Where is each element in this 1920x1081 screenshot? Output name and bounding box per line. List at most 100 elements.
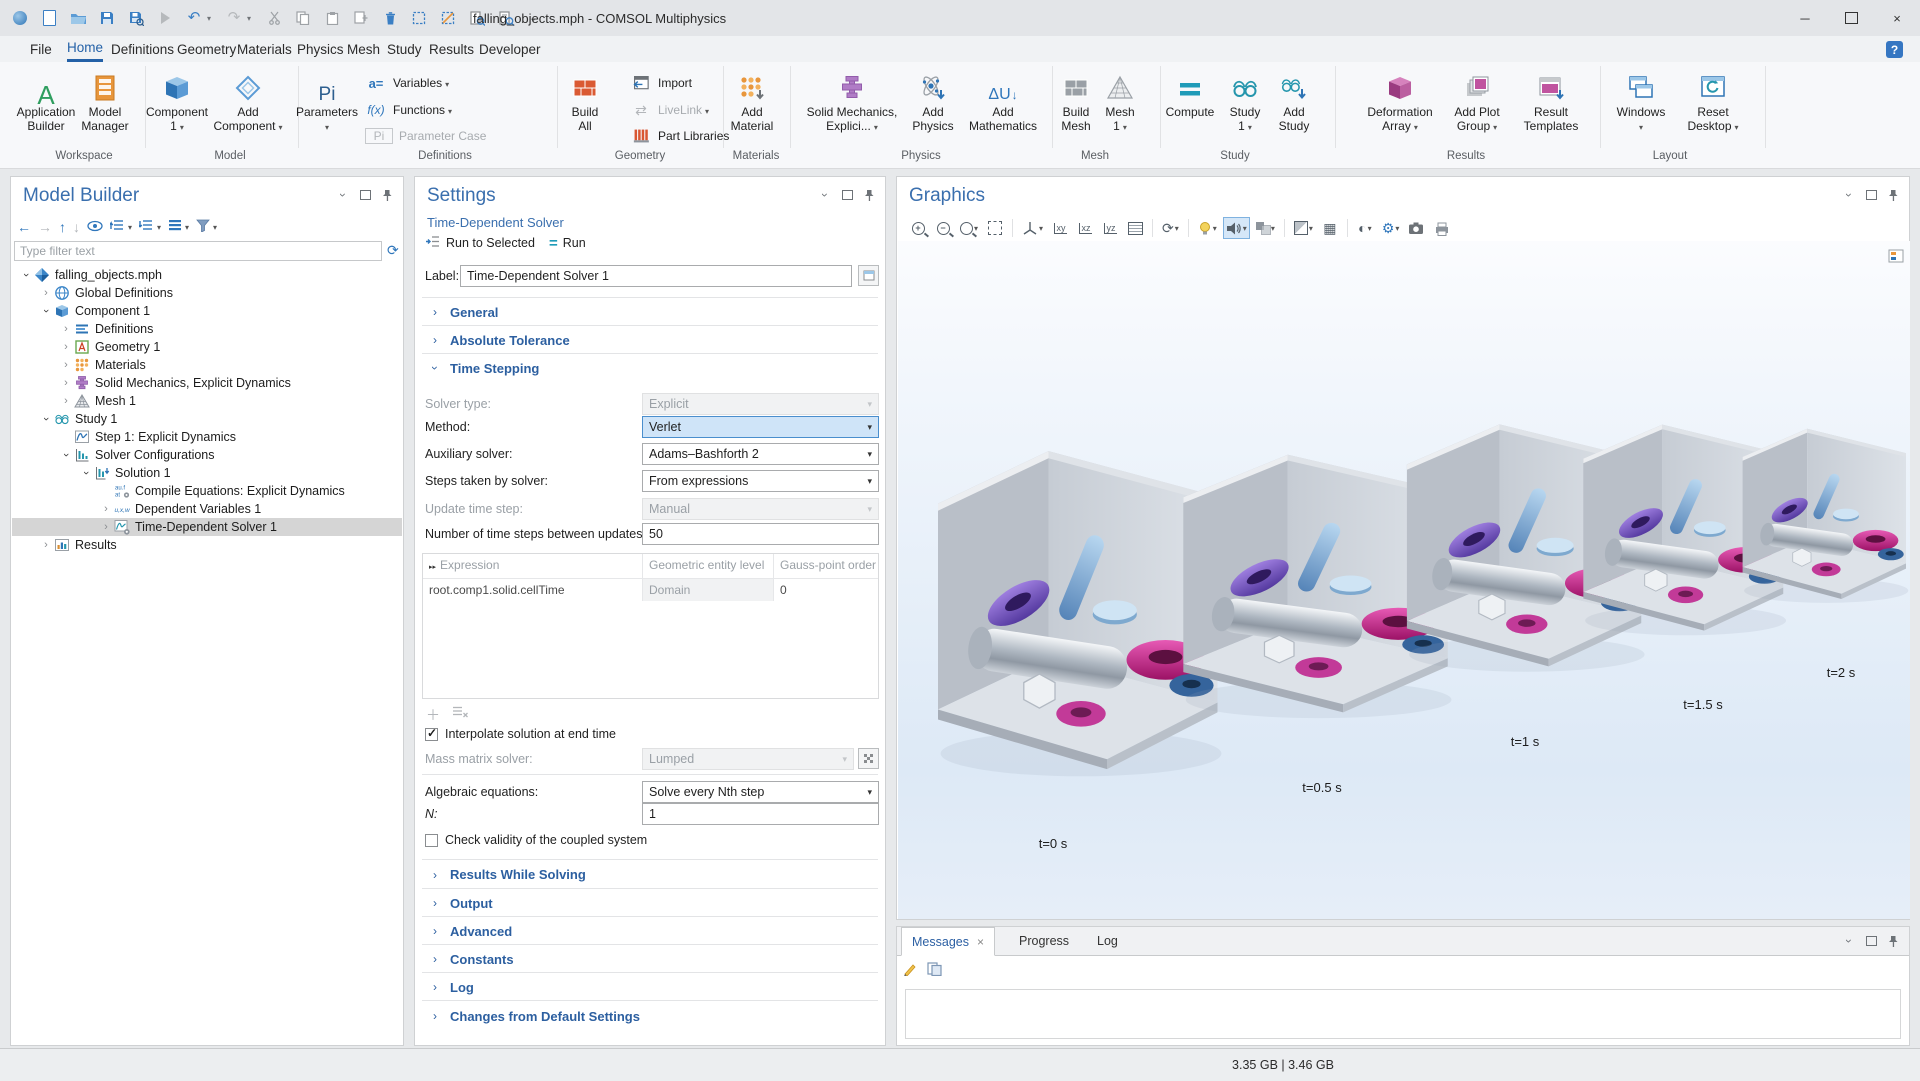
undo-button[interactable]: ↶	[184, 8, 204, 28]
section-absolute-tolerance[interactable]: Absolute Tolerance	[422, 325, 878, 354]
solid-mechanics-button[interactable]: Solid Mechanics,Explici...	[800, 66, 904, 135]
save-button[interactable]	[97, 8, 117, 28]
transparency-icon[interactable]: ▾	[1253, 217, 1278, 239]
auxiliary-solver-select[interactable]: Adams–Bashforth 2	[642, 443, 879, 465]
panel-menu-icon[interactable]: ›	[819, 189, 831, 201]
go-to-xy-view-icon[interactable]: xy	[1049, 217, 1071, 239]
pin-panel-icon[interactable]	[381, 189, 393, 201]
rotate-icon[interactable]: ⟳▾	[1159, 217, 1182, 239]
deformation-array-button[interactable]: DeformationArray	[1358, 66, 1442, 135]
table-icon[interactable]: ▦	[1319, 217, 1341, 239]
tree-item-definitions[interactable]: Definitions	[12, 320, 402, 338]
tab-messages[interactable]: Messages×	[901, 927, 995, 956]
livelink-button[interactable]: ⇄ LiveLink	[630, 101, 709, 119]
chevron-right-icon[interactable]	[40, 539, 52, 551]
float-panel-icon[interactable]	[1865, 935, 1877, 947]
tree-item-root[interactable]: falling_objects.mph	[12, 266, 402, 284]
mesh-1-button[interactable]: Mesh1	[1099, 66, 1141, 135]
add-mathematics-button[interactable]: ΔU↓ AddMathematics	[963, 66, 1043, 133]
zoom-box-icon[interactable]: ▾	[957, 217, 981, 239]
run-to-selected-icon[interactable]	[425, 235, 440, 251]
table-row[interactable]: root.comp1.solid.cellTime Domain 0	[423, 579, 878, 601]
float-panel-icon[interactable]	[359, 189, 371, 201]
play-button[interactable]	[155, 8, 175, 28]
show-icon[interactable]	[87, 219, 103, 235]
float-panel-icon[interactable]	[841, 189, 853, 201]
parameters-button[interactable]: Pi Parameters	[294, 66, 360, 135]
menu-results[interactable]: Results	[429, 36, 474, 62]
tree-item-mesh-1[interactable]: Mesh 1	[12, 392, 402, 410]
panel-menu-icon[interactable]: ›	[1843, 189, 1855, 201]
method-select[interactable]: Verlet	[642, 416, 879, 438]
chevron-right-icon[interactable]	[40, 287, 52, 299]
tree-item-solution-1[interactable]: Solution 1	[12, 464, 402, 482]
variables-button[interactable]: a= Variables	[365, 74, 449, 92]
collapse-all-icon[interactable]	[139, 219, 154, 235]
model-tree-nodes-dropdown[interactable]: ▾	[185, 223, 189, 232]
steps-taken-by-solver-select[interactable]: From expressions	[642, 470, 879, 492]
section-changes-from-default[interactable]: Changes from Default Settings	[422, 1000, 878, 1031]
collapse-all-dropdown[interactable]: ▾	[157, 223, 161, 232]
section-advanced[interactable]: Advanced	[422, 916, 878, 945]
menu-developer[interactable]: Developer	[479, 36, 541, 62]
tree-item-geometry-1[interactable]: Geometry 1	[12, 338, 402, 356]
add-component-button[interactable]: AddComponent	[205, 66, 291, 135]
tree-filter-input[interactable]	[14, 241, 382, 261]
chevron-right-icon[interactable]	[60, 377, 72, 389]
messages-content[interactable]	[905, 989, 1901, 1039]
zoom-in-icon[interactable]: +	[907, 217, 929, 239]
tree-item-global-definitions[interactable]: Global Definitions	[12, 284, 402, 302]
menu-physics[interactable]: Physics	[297, 36, 344, 62]
expand-all-icon[interactable]	[110, 219, 125, 235]
clear-messages-icon[interactable]	[903, 962, 917, 979]
panel-menu-icon[interactable]: ›	[337, 189, 349, 201]
menu-materials[interactable]: Materials	[237, 36, 292, 62]
undo-dropdown[interactable]: ▾	[207, 14, 215, 23]
result-templates-button[interactable]: ResultTemplates	[1518, 66, 1584, 133]
add-row-button[interactable]: ＋	[426, 705, 440, 725]
redo-dropdown[interactable]: ▾	[247, 14, 255, 23]
save-as-button[interactable]	[126, 8, 146, 28]
section-output[interactable]: Output	[422, 888, 878, 917]
section-general[interactable]: General	[422, 297, 878, 326]
delete-row-button[interactable]	[452, 705, 468, 725]
clipping-icon[interactable]: ▾	[1291, 217, 1316, 239]
tree-item-solid-mechanics[interactable]: Solid Mechanics, Explicit Dynamics	[12, 374, 402, 392]
solver-type-select[interactable]: Explicit	[642, 393, 879, 415]
close-tab-icon[interactable]: ×	[977, 935, 984, 949]
algebraic-equations-select[interactable]: Solve every Nth step	[642, 781, 879, 803]
print-icon[interactable]	[1431, 217, 1453, 239]
chevron-right-icon[interactable]	[60, 323, 72, 335]
section-results-while-solving[interactable]: Results While Solving	[422, 859, 878, 889]
duplicate-button[interactable]	[351, 8, 371, 28]
new-file-button[interactable]	[39, 8, 59, 28]
panel-menu-icon[interactable]: ›	[1843, 935, 1855, 947]
label-input[interactable]	[460, 265, 852, 287]
tree-item-materials[interactable]: Materials	[12, 356, 402, 374]
time-steps-between-updates-input[interactable]	[642, 523, 879, 545]
select-box-button[interactable]	[409, 8, 429, 28]
tree-item-compile-equations[interactable]: Compile Equations: Explicit Dynamics	[12, 482, 402, 500]
mass-matrix-solver-select[interactable]: Lumped	[642, 748, 854, 770]
add-plot-group-button[interactable]: Add PlotGroup	[1446, 66, 1508, 135]
graphics-settings-icon[interactable]: ⚙▾	[1379, 217, 1403, 239]
menu-mesh[interactable]: Mesh	[347, 36, 380, 62]
open-file-button[interactable]	[68, 8, 88, 28]
application-builder-button[interactable]: A ApplicationBuilder	[11, 66, 81, 133]
go-to-xz-view-icon[interactable]: xz	[1074, 217, 1096, 239]
zoom-out-icon[interactable]: −	[932, 217, 954, 239]
section-constants[interactable]: Constants	[422, 944, 878, 973]
menu-file[interactable]: File	[30, 36, 52, 62]
chevron-right-icon[interactable]	[60, 359, 72, 371]
tree-item-solver-configurations[interactable]: Solver Configurations	[12, 446, 402, 464]
tree-item-results[interactable]: Results	[12, 536, 402, 554]
compute-button[interactable]: Compute	[1162, 66, 1218, 119]
menu-geometry[interactable]: Geometry	[177, 36, 236, 62]
maximize-button[interactable]	[1828, 0, 1874, 36]
chevron-down-icon[interactable]	[40, 305, 52, 317]
redo-button[interactable]: ↷	[224, 8, 244, 28]
chevron-down-icon[interactable]	[80, 467, 92, 479]
part-libraries-button[interactable]: Part Libraries	[630, 127, 729, 145]
zoom-extents-icon[interactable]	[984, 217, 1006, 239]
add-material-button[interactable]: AddMaterial	[724, 66, 780, 133]
